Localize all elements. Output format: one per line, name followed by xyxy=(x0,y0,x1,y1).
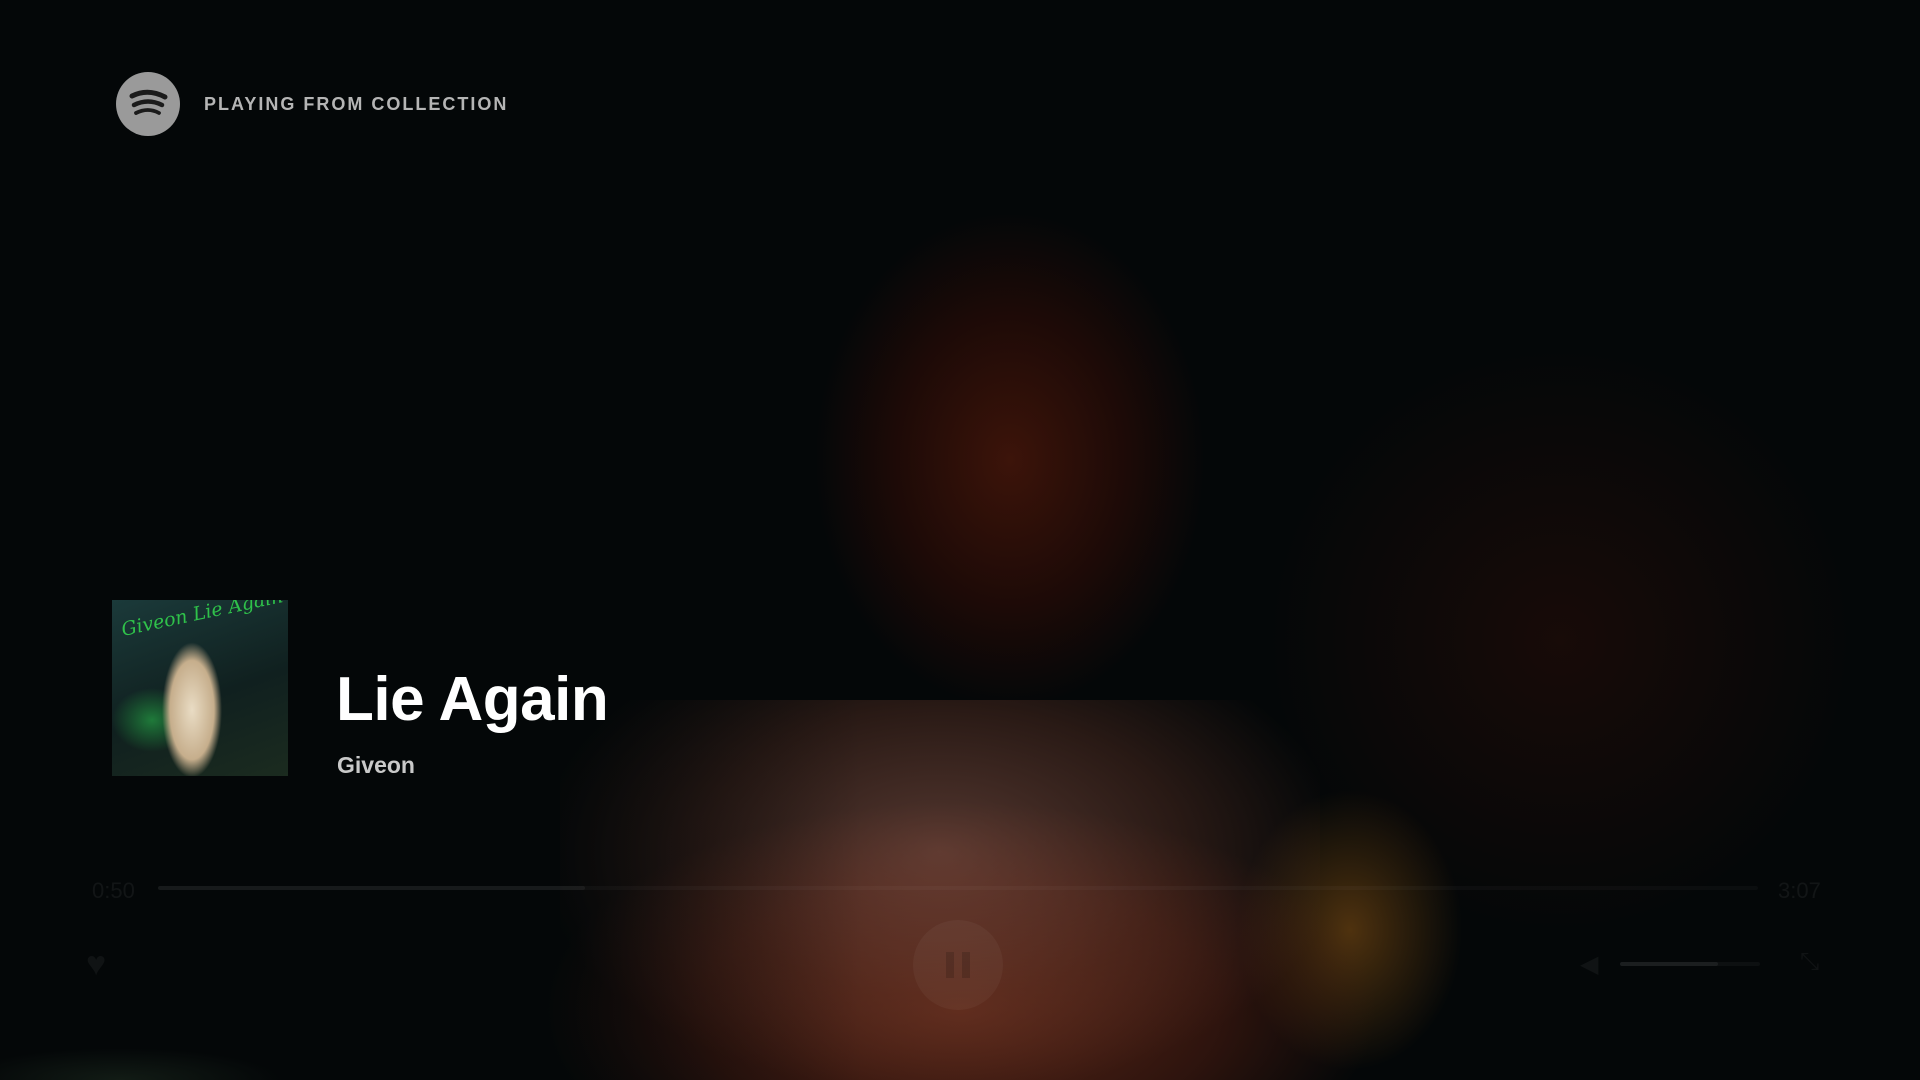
track-artist[interactable]: Giveon xyxy=(337,752,415,779)
background-shade xyxy=(0,0,1920,1080)
volume-icon[interactable]: ◀ xyxy=(1580,950,1598,979)
pause-button[interactable] xyxy=(913,920,1003,1010)
album-cover-script: Giveon Lie Again xyxy=(119,600,285,641)
progress-bar[interactable] xyxy=(158,886,1758,890)
context-label: PLAYING FROM COLLECTION xyxy=(204,93,509,114)
progress-bar-fill xyxy=(158,886,586,890)
spotify-logo-icon xyxy=(116,72,180,136)
volume-slider[interactable] xyxy=(1620,962,1760,966)
now-playing-screen: PLAYING FROM COLLECTION Giveon Lie Again… xyxy=(0,0,1920,1080)
track-title: Lie Again xyxy=(336,665,609,734)
album-cover: Giveon Lie Again xyxy=(112,600,288,776)
volume-slider-fill xyxy=(1620,962,1718,966)
pause-icon xyxy=(946,952,954,978)
fullscreen-exit-icon[interactable]: ⤡ xyxy=(1800,948,1819,976)
elapsed-time: 0:50 xyxy=(92,878,135,903)
background-foliage-glow xyxy=(0,1020,420,1080)
pause-icon-bar xyxy=(962,952,970,978)
total-time: 3:07 xyxy=(1778,878,1821,903)
playback-context-header: PLAYING FROM COLLECTION xyxy=(116,72,508,136)
heart-icon[interactable]: ♥ xyxy=(86,945,106,984)
